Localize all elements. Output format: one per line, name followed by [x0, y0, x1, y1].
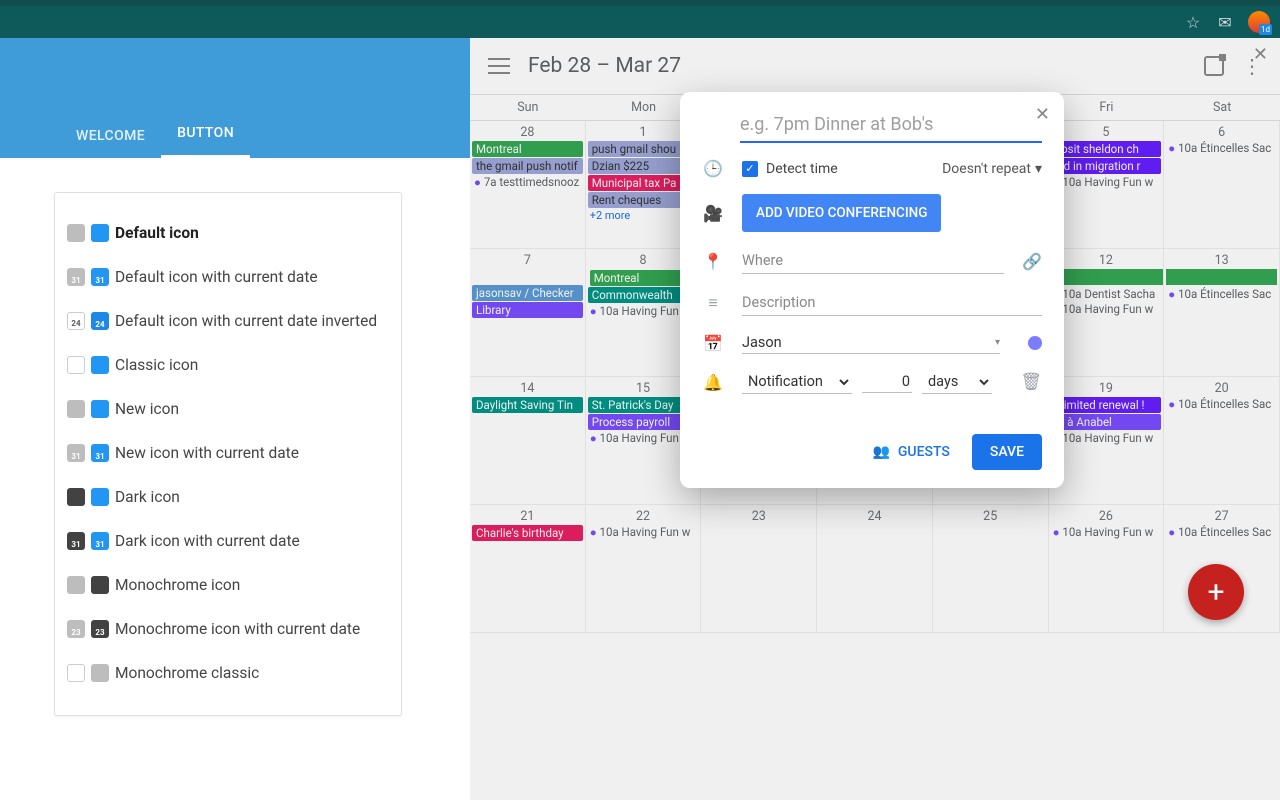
tab-button[interactable]: BUTTON — [161, 107, 250, 158]
link-icon[interactable]: 🔗 — [1022, 252, 1042, 271]
people-icon: 👥 — [872, 444, 889, 460]
browser-chrome: ☆ ✉ — [0, 0, 1280, 38]
video-icon: 🎥 — [702, 204, 724, 223]
bell-icon: 🔔 — [702, 373, 724, 392]
option-default-current-date[interactable]: 31 31 Default icon with current date — [67, 255, 389, 299]
calendar-icon: 24 — [67, 312, 85, 330]
option-label: Dark icon — [115, 488, 180, 506]
calendar-icon — [91, 664, 109, 682]
notification-type-select[interactable]: Notification — [742, 370, 852, 394]
notification-count-input[interactable] — [862, 371, 912, 393]
option-dark-current-date[interactable]: 31 31 Dark icon with current date — [67, 519, 389, 563]
option-label: Classic icon — [115, 356, 198, 374]
calendar-icon — [67, 664, 85, 682]
option-label: Dark icon with current date — [115, 532, 300, 550]
repeat-dropdown[interactable]: Doesn't repeat ▾ — [942, 161, 1042, 177]
calendar-select[interactable]: Jason ▾ — [742, 332, 1000, 354]
option-new-icon[interactable]: New icon — [67, 387, 389, 431]
save-button[interactable]: SAVE — [972, 434, 1042, 470]
option-label: Monochrome icon — [115, 576, 240, 594]
calendar-icon — [67, 224, 85, 242]
option-label: Monochrome icon with current date — [115, 620, 360, 638]
option-monochrome-current-date[interactable]: 23 23 Monochrome icon with current date — [67, 607, 389, 651]
option-dark-icon[interactable]: Dark icon — [67, 475, 389, 519]
calendar-icon — [67, 356, 85, 374]
description-input[interactable] — [742, 290, 1042, 316]
option-new-current-date[interactable]: 31 31 New icon with current date — [67, 431, 389, 475]
calendar-icon: 23 — [91, 620, 109, 638]
where-input[interactable] — [742, 248, 1004, 274]
calendar-icon: 31 — [91, 268, 109, 286]
mail-icon[interactable]: ✉ — [1216, 13, 1234, 31]
detect-time-label: Detect time — [766, 161, 838, 177]
description-icon: ≡ — [702, 293, 724, 313]
calendar-name: Jason — [742, 334, 782, 351]
add-button[interactable]: + — [1188, 564, 1244, 620]
calendar-icon: 31 — [91, 444, 109, 462]
calendar-icon — [91, 488, 109, 506]
option-label: Default icon with current date — [115, 268, 318, 286]
options-panel: WELCOME BUTTON Default icon 31 31 Defaul… — [0, 38, 470, 800]
option-monochrome-classic[interactable]: Monochrome classic — [67, 651, 389, 695]
option-label: New icon with current date — [115, 444, 299, 462]
calendar-icon — [67, 400, 85, 418]
guests-label: GUESTS — [898, 444, 950, 460]
option-label: Monochrome classic — [115, 664, 259, 682]
notification-unit-select[interactable]: days — [922, 370, 992, 394]
option-default-current-date-inverted[interactable]: 24 24 Default icon with current date inv… — [67, 299, 389, 343]
quick-add-dialog: ✕ 🕒 ✓Detect time Doesn't repeat ▾ 🎥 ADD … — [680, 92, 1064, 488]
calendar-icon: 31 — [91, 532, 109, 550]
option-label: Default icon — [115, 224, 199, 242]
calendar-icon: 31 — [67, 532, 85, 550]
repeat-label: Doesn't repeat — [942, 161, 1031, 177]
option-default-icon[interactable]: Default icon — [67, 211, 389, 255]
clock-icon: 🕒 — [702, 159, 724, 178]
calendar-icon: 23 — [67, 620, 85, 638]
star-icon[interactable]: ☆ — [1184, 13, 1202, 31]
calendar-color-dot[interactable] — [1028, 336, 1042, 350]
icon-options-card: Default icon 31 31 Default icon with cur… — [54, 192, 402, 716]
option-classic-icon[interactable]: Classic icon — [67, 343, 389, 387]
event-title-input[interactable] — [740, 110, 1042, 143]
location-icon: 📍 — [702, 252, 724, 271]
option-label: New icon — [115, 400, 179, 418]
calendar-icon — [91, 224, 109, 242]
option-label: Default icon with current date inverted — [115, 312, 377, 330]
chevron-down-icon: ▾ — [995, 337, 1000, 348]
option-monochrome-icon[interactable]: Monochrome icon — [67, 563, 389, 607]
calendar-icon — [91, 576, 109, 594]
guests-button[interactable]: 👥 GUESTS — [872, 444, 949, 460]
chevron-down-icon: ▾ — [1035, 161, 1042, 177]
calendar-icon — [91, 356, 109, 374]
calendar-icon: 24 — [91, 312, 109, 330]
calendar-icon — [67, 488, 85, 506]
options-header: WELCOME BUTTON — [0, 38, 470, 158]
tab-welcome[interactable]: WELCOME — [60, 110, 161, 158]
calendar-icon: 31 — [67, 444, 85, 462]
close-icon[interactable]: ✕ — [1035, 104, 1050, 125]
calendar-icon: 31 — [67, 268, 85, 286]
calendar-icon — [67, 576, 85, 594]
detect-time-checkbox[interactable]: ✓Detect time — [742, 161, 838, 177]
calendar-icon: 📅 — [702, 334, 724, 353]
add-video-button[interactable]: ADD VIDEO CONFERENCING — [742, 194, 941, 232]
extension-badge-icon[interactable] — [1248, 11, 1270, 33]
calendar-icon — [91, 400, 109, 418]
trash-icon[interactable]: 🗑 — [1020, 372, 1042, 392]
